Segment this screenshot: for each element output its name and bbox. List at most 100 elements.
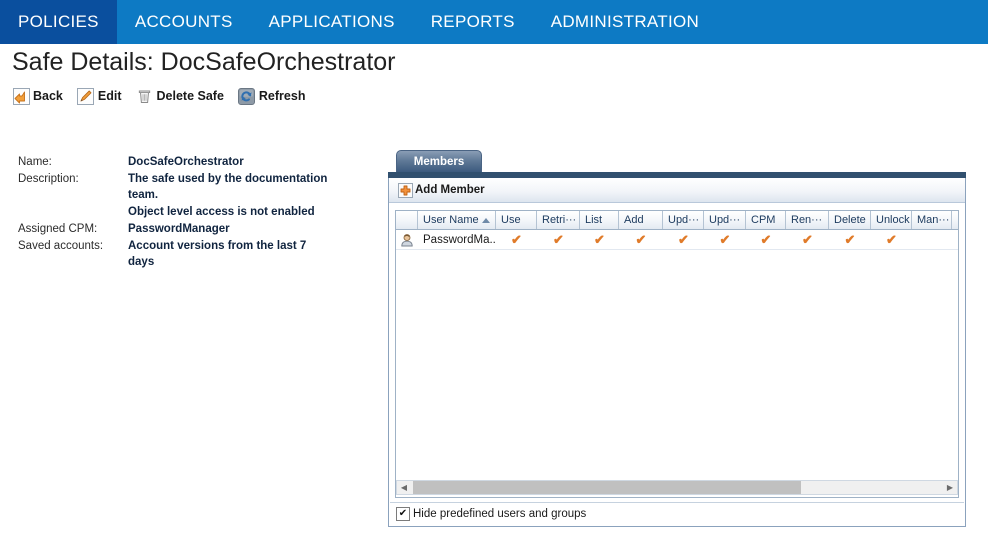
nav-item-label: APPLICATIONS: [268, 12, 395, 31]
nav-item-reports[interactable]: REPORTS: [413, 0, 533, 44]
grid-header-label: Retri···: [542, 214, 577, 226]
check-icon: ✔: [511, 232, 522, 247]
grid-header-update-2[interactable]: Upd···: [704, 211, 746, 229]
scrollbar-thumb[interactable]: [413, 481, 802, 494]
grid-header-cpm[interactable]: CPM: [746, 211, 786, 229]
edit-button[interactable]: Edit: [77, 87, 122, 105]
grid-footer: ✔ Hide predefined users and groups: [390, 502, 964, 525]
grid-header-rename[interactable]: Ren···: [786, 211, 829, 229]
grid-header-manage[interactable]: Man···: [912, 211, 952, 229]
grid-header-update-1[interactable]: Upd···: [663, 211, 704, 229]
grid-header-use[interactable]: Use: [496, 211, 537, 229]
back-arrow-icon: [12, 87, 30, 105]
check-icon: ✔: [802, 232, 813, 247]
refresh-icon: [238, 87, 256, 105]
grid-empty-area: [396, 250, 958, 497]
cell-permission-manage: [912, 230, 952, 249]
grid-header-label: Add: [624, 214, 644, 226]
main-navigation-bar: POLICIES ACCOUNTS APPLICATIONS REPORTS A…: [0, 0, 988, 44]
check-icon: ✔: [594, 232, 605, 247]
detail-label: Name:: [18, 156, 52, 168]
check-icon: ✔: [553, 232, 564, 247]
scrollbar-track[interactable]: [411, 481, 943, 494]
safe-details-summary: Name: DocSafeOrchestrator Description: T…: [18, 154, 378, 271]
nav-item-label: REPORTS: [430, 12, 515, 31]
nav-item-label: POLICIES: [18, 12, 99, 31]
detail-row-name: Name: DocSafeOrchestrator: [18, 154, 378, 170]
delete-safe-button[interactable]: Delete Safe: [136, 87, 224, 105]
grid-header-label: List: [585, 214, 603, 226]
cell-permission-list: ✔: [580, 230, 619, 249]
members-action-bar: Add Member: [389, 178, 965, 203]
detail-value: Account versions from the last 7 days: [128, 240, 307, 268]
grid-header-row: User Name Use Retri··· List Add Upd··· U…: [396, 211, 958, 230]
detail-label: Description:: [18, 173, 79, 185]
cell-permission-unlock: ✔: [871, 230, 912, 249]
hide-predefined-label[interactable]: Hide predefined users and groups: [413, 508, 586, 520]
grid-header-label: Upd···: [709, 214, 741, 226]
detail-value: The safe used by the documentation team.: [128, 173, 328, 201]
cell-permission-use: ✔: [496, 230, 537, 249]
grid-header-label: Delete: [834, 214, 866, 226]
check-icon: ✔: [678, 232, 689, 247]
add-member-button[interactable]: Add Member: [397, 182, 485, 198]
plus-icon: [397, 182, 413, 198]
page-title: Safe Details: DocSafeOrchestrator: [12, 48, 396, 76]
nav-item-accounts[interactable]: ACCOUNTS: [117, 0, 251, 44]
grid-header-label: Unlock: [876, 214, 910, 226]
grid-header-user-name[interactable]: User Name: [418, 211, 496, 229]
detail-label: [18, 204, 128, 220]
grid-header-delete[interactable]: Delete: [829, 211, 871, 229]
add-member-label: Add Member: [415, 184, 485, 196]
grid-header-unlock[interactable]: Unlock: [871, 211, 912, 229]
refresh-button[interactable]: Refresh: [238, 87, 306, 105]
cell-permission-update-2: ✔: [704, 230, 746, 249]
scroll-left-icon[interactable]: ◀: [397, 481, 411, 494]
sort-ascending-icon: [481, 217, 490, 223]
cell-user-name: PasswordMa...: [423, 233, 496, 246]
grid-header-label: CPM: [751, 214, 776, 226]
pencil-icon: [77, 87, 95, 105]
nav-item-label: ACCOUNTS: [134, 12, 233, 31]
cell-permission-update-1: ✔: [663, 230, 704, 249]
scroll-right-icon[interactable]: ▶: [943, 481, 957, 494]
refresh-button-label: Refresh: [258, 89, 306, 103]
back-button-label: Back: [33, 89, 63, 103]
detail-row-saved-accounts: Saved accounts: Account versions from th…: [18, 238, 378, 270]
grid-header-label: Upd···: [668, 214, 700, 226]
grid-header-label: Use: [501, 214, 521, 226]
grid-header-label: User Name: [423, 214, 479, 226]
cell-permission-delete: ✔: [829, 230, 871, 249]
grid-header-label: Ren···: [791, 214, 823, 226]
cell-permission-cpm: ✔: [746, 230, 786, 249]
cell-permission-add: ✔: [619, 230, 663, 249]
detail-value: Object level access is not enabled: [128, 206, 315, 218]
check-icon: ✔: [760, 232, 772, 247]
members-panel: Members Add Member User Name Use Retri··…: [388, 150, 966, 527]
cell-permission-retrieve: ✔: [537, 230, 580, 249]
detail-label: Assigned CPM:: [18, 223, 98, 235]
detail-row-object-level-access: Object level access is not enabled: [18, 204, 378, 220]
grid-header-add[interactable]: Add: [619, 211, 663, 229]
trash-icon: [136, 87, 154, 105]
grid-header-retrieve[interactable]: Retri···: [537, 211, 580, 229]
grid-header-label: Man···: [917, 214, 950, 226]
panel-tab-strip: Members: [388, 150, 966, 172]
grid-header-icon: [396, 211, 418, 229]
nav-item-label: ADMINISTRATION: [550, 12, 700, 31]
hide-predefined-checkbox[interactable]: ✔: [396, 507, 410, 521]
nav-item-policies[interactable]: POLICIES: [0, 0, 117, 44]
grid-horizontal-scrollbar[interactable]: ◀ ▶: [396, 480, 958, 495]
detail-value: PasswordManager: [128, 223, 230, 235]
tab-members[interactable]: Members: [396, 150, 482, 172]
check-icon: ✔: [719, 232, 731, 247]
user-avatar-icon: [396, 230, 418, 249]
edit-button-label: Edit: [97, 89, 122, 103]
nav-item-applications[interactable]: APPLICATIONS: [251, 0, 413, 44]
action-toolbar: Back Edit Delete Safe Refresh: [12, 85, 319, 107]
back-button[interactable]: Back: [12, 87, 63, 105]
grid-header-list[interactable]: List: [580, 211, 619, 229]
nav-item-administration[interactable]: ADMINISTRATION: [533, 0, 717, 44]
table-row[interactable]: PasswordMa... ✔ ✔ ✔ ✔ ✔ ✔ ✔ ✔ ✔ ✔: [396, 230, 958, 250]
detail-row-description: Description: The safe used by the docume…: [18, 171, 378, 203]
